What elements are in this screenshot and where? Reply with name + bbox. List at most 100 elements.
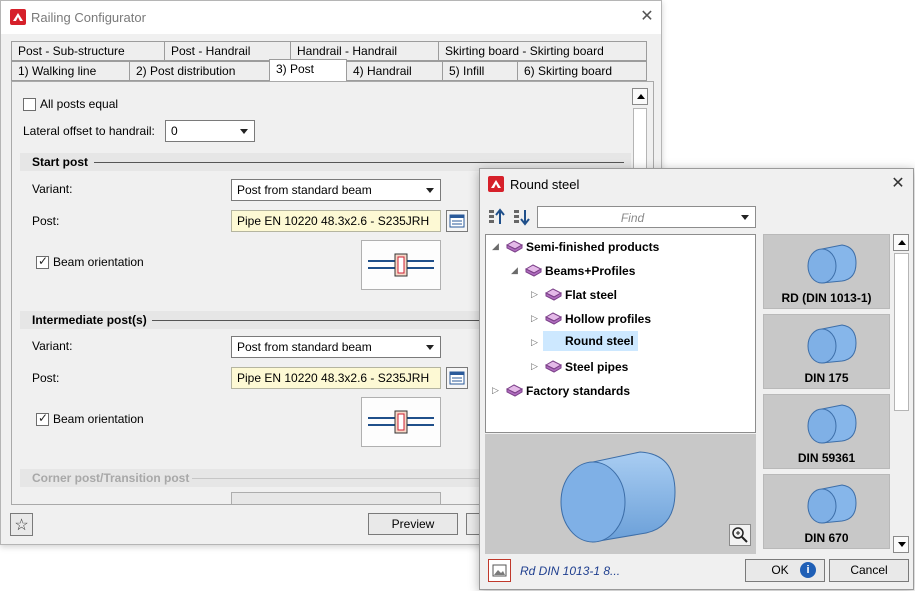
beam-orientation-icon [368, 253, 434, 277]
intermediate-variant-label: Variant: [32, 339, 73, 353]
scroll-up-button[interactable] [893, 234, 909, 251]
chevron-down-icon[interactable] [741, 215, 749, 220]
star-icon: ☆ [14, 517, 29, 534]
start-post-label: Post: [32, 214, 60, 228]
part-preview [485, 434, 756, 554]
thumbnail-rd-din-1013-1[interactable]: RD (DIN 1013-1) [763, 234, 890, 309]
find-placeholder: Find [620, 211, 645, 225]
app-logo-icon [488, 176, 504, 192]
find-input[interactable]: Find [537, 206, 756, 228]
zoom-icon [732, 527, 748, 543]
info-icon: i [800, 562, 816, 578]
catalog-book-icon [545, 360, 562, 373]
chevron-down-icon [240, 129, 248, 134]
favorites-button[interactable]: ☆ [10, 513, 33, 536]
chevron-down-icon [426, 345, 434, 350]
intermediate-beam-orientation-label: Beam orientation [53, 412, 144, 426]
start-variant-select[interactable]: Post from standard beam [231, 179, 441, 201]
round-steel-thumbnail-icon [807, 324, 857, 364]
start-variant-label: Variant: [32, 182, 73, 196]
tab-infill[interactable]: 5) Infill [442, 61, 518, 81]
image-toggle-button[interactable] [488, 559, 511, 582]
start-beam-orientation-checkbox[interactable] [36, 254, 49, 269]
start-post-field[interactable]: Pipe EN 10220 48.3x2.6 - S235JRH [231, 210, 441, 232]
round-steel-thumbnail-icon [807, 244, 857, 284]
catalog-book-icon [506, 384, 523, 397]
selection-status-text: Rd DIN 1013-1 8... [520, 564, 621, 578]
tab-post-distribution[interactable]: 2) Post distribution [129, 61, 270, 81]
window-title: Railing Configurator [31, 10, 146, 25]
catalog-book-icon [506, 240, 523, 253]
tab-post[interactable]: 3) Post [269, 59, 347, 81]
expanded-arrow-icon[interactable]: ◢ [511, 265, 518, 276]
intermediate-post-heading: Intermediate post(s) [32, 313, 147, 327]
intermediate-post-field[interactable]: Pipe EN 10220 48.3x2.6 - S235JRH [231, 367, 441, 389]
tab-skirting-skirting[interactable]: Skirting board - Skirting board [438, 41, 647, 61]
catalog-book-icon [545, 312, 562, 325]
round-steel-thumbnail-icon [807, 484, 857, 524]
arrow-up-icon [898, 240, 906, 245]
collapsed-arrow-icon[interactable]: ▷ [531, 361, 538, 372]
thumbnail-din-670[interactable]: DIN 670 [763, 474, 890, 549]
collapsed-arrow-icon[interactable]: ▷ [531, 337, 538, 348]
tab-handrail[interactable]: 4) Handrail [346, 61, 443, 81]
title-bar[interactable]: Round steel ✕ [480, 169, 913, 199]
tab-post-substructure[interactable]: Post - Sub-structure [11, 41, 165, 61]
scroll-down-button[interactable] [893, 536, 909, 553]
arrow-up-icon [637, 94, 645, 99]
thumbnail-din-175[interactable]: DIN 175 [763, 314, 890, 389]
intermediate-post-catalog-button[interactable] [446, 367, 468, 389]
all-posts-equal-label: All posts equal [40, 97, 119, 111]
title-bar[interactable]: Railing Configurator ✕ [1, 1, 661, 34]
start-post-heading: Start post [32, 155, 89, 169]
catalog-tree[interactable]: ◢ Semi-finished products ◢ Beams+Profile… [485, 234, 756, 433]
lateral-offset-select[interactable]: 0 [165, 120, 255, 142]
round-steel-dialog: Round steel ✕ Find ◢ Semi-finished produ… [479, 168, 914, 590]
sort-descending-icon [514, 210, 530, 226]
tab-post-handrail[interactable]: Post - Handrail [164, 41, 291, 61]
thumbnail-din-59361[interactable]: DIN 59361 [763, 394, 890, 469]
collapsed-arrow-icon[interactable]: ▷ [531, 313, 538, 324]
preview-button[interactable]: Preview [368, 513, 458, 535]
ok-button[interactable]: OK i [745, 559, 825, 582]
app-logo-icon [10, 9, 26, 25]
tab-handrail-handrail[interactable]: Handrail - Handrail [290, 41, 439, 61]
collapsed-arrow-icon[interactable]: ▷ [492, 385, 499, 396]
beam-orientation-icon [368, 410, 434, 434]
catalog-book-icon [525, 264, 542, 277]
tab-walking-line[interactable]: 1) Walking line [11, 61, 130, 81]
cancel-button[interactable]: Cancel [829, 559, 909, 582]
expanded-arrow-icon[interactable]: ◢ [492, 241, 499, 252]
zoom-button[interactable] [729, 524, 751, 546]
all-posts-equal-checkbox[interactable] [23, 98, 36, 111]
sort-ascending-button[interactable] [487, 207, 507, 227]
thumbnail-scrollbar[interactable] [893, 234, 911, 554]
intermediate-post-label: Post: [32, 371, 60, 385]
dialog-title: Round steel [510, 177, 580, 192]
sort-descending-button[interactable] [512, 207, 532, 227]
tab-skirting-board[interactable]: 6) Skirting board [517, 61, 647, 81]
start-post-catalog-button[interactable] [446, 210, 468, 232]
thumbnail-list[interactable]: RD (DIN 1013-1) DIN 175 DIN 59361 DIN 67… [761, 234, 892, 554]
start-beam-orientation-label: Beam orientation [53, 255, 144, 269]
corner-variant-select[interactable] [231, 492, 441, 504]
catalog-list-icon [449, 371, 465, 385]
close-icon[interactable]: ✕ [888, 174, 908, 194]
scroll-up-button[interactable] [632, 88, 648, 105]
intermediate-beam-orientation-button[interactable] [361, 397, 441, 447]
arrow-down-icon [898, 542, 906, 547]
chevron-down-icon [426, 188, 434, 193]
round-steel-preview-image [560, 451, 676, 543]
picture-icon [492, 564, 507, 577]
corner-post-heading: Corner post/Transition post [32, 471, 190, 485]
round-steel-thumbnail-icon [807, 404, 857, 444]
catalog-book-icon [545, 288, 562, 301]
start-beam-orientation-button[interactable] [361, 240, 441, 290]
close-icon[interactable]: ✕ [637, 7, 657, 27]
intermediate-variant-select[interactable]: Post from standard beam [231, 336, 441, 358]
intermediate-beam-orientation-checkbox[interactable] [36, 411, 49, 426]
collapsed-arrow-icon[interactable]: ▷ [531, 289, 538, 300]
scrollbar-thumb[interactable] [894, 253, 909, 411]
catalog-list-icon [449, 214, 465, 228]
lateral-offset-label: Lateral offset to handrail: [23, 124, 155, 138]
